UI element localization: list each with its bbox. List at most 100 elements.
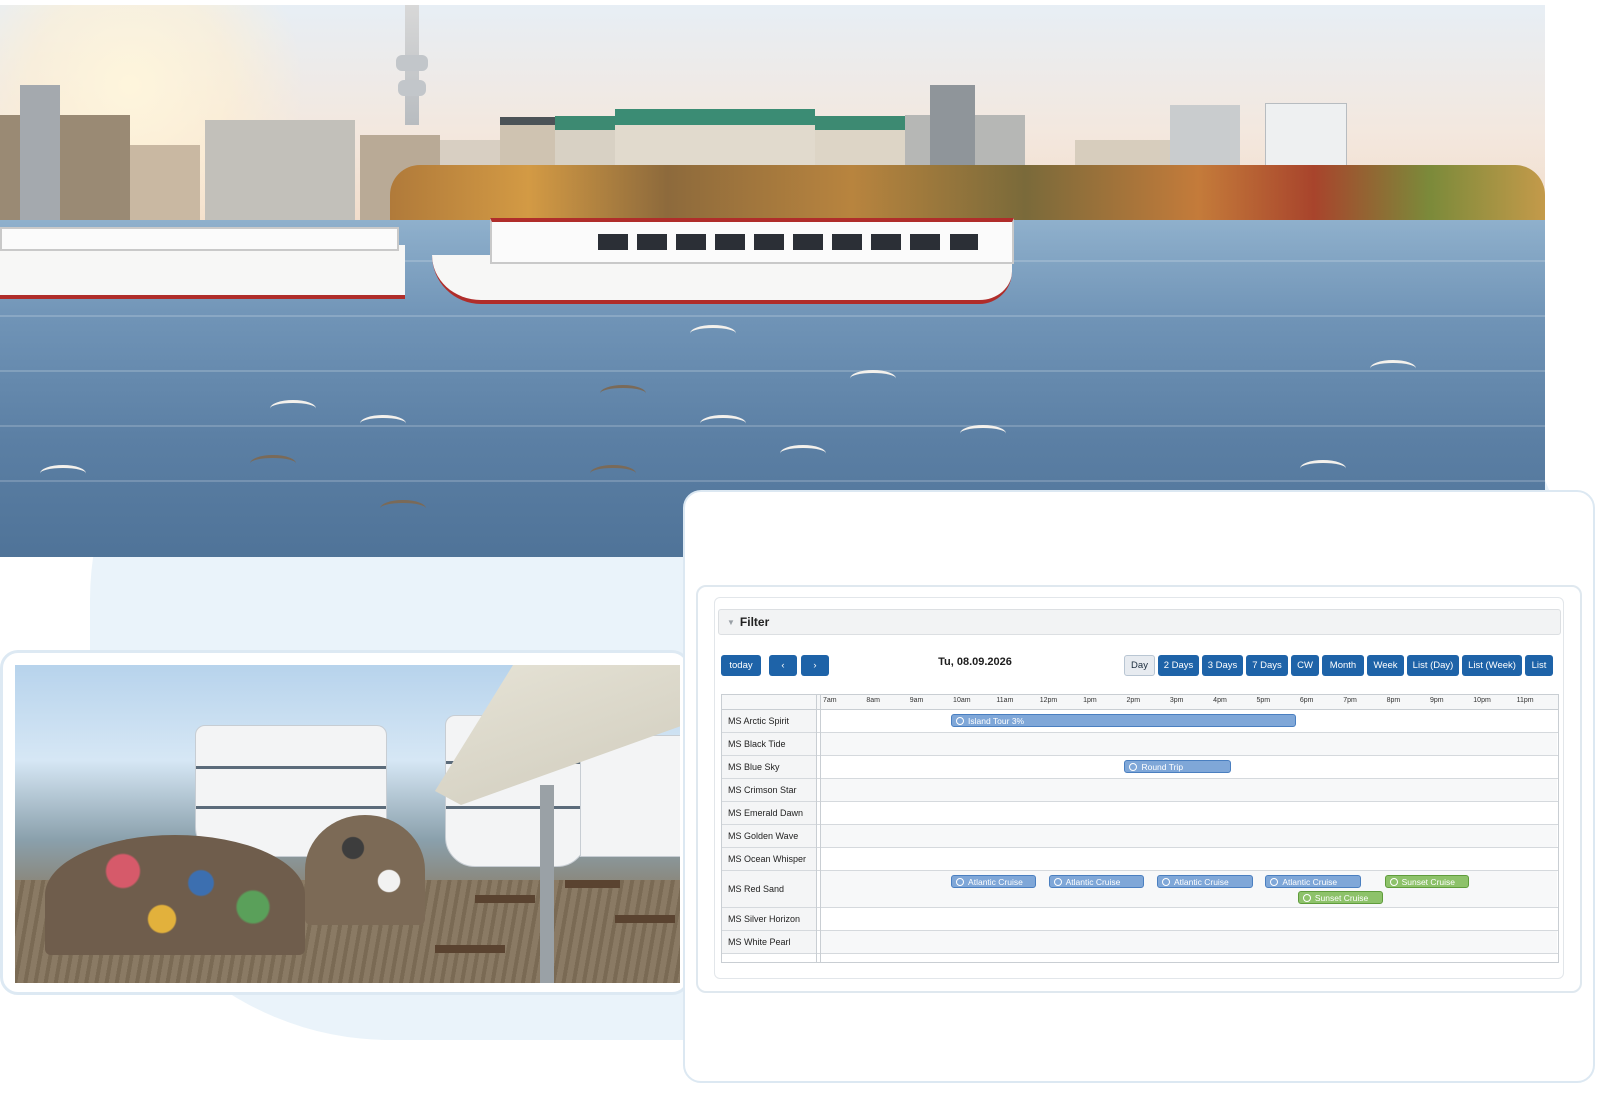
view-7-days-button[interactable]: 7 Days xyxy=(1246,655,1288,676)
hour-label: 11am xyxy=(996,697,1014,704)
hour-label: 6pm xyxy=(1299,697,1314,704)
resource-row: MS Ocean Whisper xyxy=(722,848,1558,871)
recurring-icon xyxy=(1053,877,1062,886)
recurring-icon xyxy=(956,716,965,725)
view-day-button[interactable]: Day xyxy=(1124,655,1155,676)
cafe-table xyxy=(565,880,620,888)
pier-photo xyxy=(15,665,680,983)
resource-name[interactable]: MS Red Sand xyxy=(722,871,816,907)
recurring-icon xyxy=(956,877,965,886)
autumn-trees xyxy=(390,165,1545,220)
harbor-photo xyxy=(0,5,1545,557)
hour-label: 5pm xyxy=(1256,697,1271,704)
recurring-icon xyxy=(1302,893,1311,902)
resource-lane[interactable] xyxy=(821,802,1557,824)
calendar-event[interactable]: Sunset Cruise xyxy=(1384,875,1470,888)
ferry-left xyxy=(0,245,405,299)
hour-label: 4pm xyxy=(1213,697,1227,704)
view-3-days-button[interactable]: 3 Days xyxy=(1202,655,1243,676)
resource-row: MS Silver Horizon xyxy=(722,908,1558,931)
cafe-table xyxy=(615,915,675,923)
event-title: Atlantic Cruise xyxy=(968,876,1023,887)
hour-label: 12pm xyxy=(1039,697,1058,704)
event-title: Sunset Cruise xyxy=(1314,892,1369,903)
calendar-event[interactable]: Sunset Cruise xyxy=(1297,891,1383,904)
prev-button[interactable]: ‹ xyxy=(769,655,797,676)
resource-row: MS Black Tide xyxy=(722,733,1558,756)
crowd xyxy=(305,815,425,925)
hour-label: 8am xyxy=(866,697,880,704)
cafe-table xyxy=(435,945,505,953)
calendar-event[interactable]: Atlantic Cruise xyxy=(1048,875,1145,888)
hour-label: 1pm xyxy=(1083,697,1097,704)
event-title: Atlantic Cruise xyxy=(1065,876,1121,887)
resource-lane[interactable] xyxy=(821,825,1557,847)
resource-name[interactable]: MS Black Tide xyxy=(722,733,816,755)
hour-label: 3pm xyxy=(1169,697,1184,704)
view-cw-button[interactable]: CW xyxy=(1291,655,1319,676)
tv-tower-pod xyxy=(398,80,426,96)
event-title: Sunset Cruise xyxy=(1401,876,1455,887)
view-2-days-button[interactable]: 2 Days xyxy=(1158,655,1199,676)
resource-name[interactable]: MS Arctic Spirit xyxy=(722,710,816,732)
event-title: Round Trip xyxy=(1141,761,1184,772)
resource-lane[interactable] xyxy=(821,931,1557,953)
calendar-event[interactable]: Atlantic Cruise xyxy=(951,875,1036,888)
resource-row: MS Crimson Star xyxy=(722,779,1558,802)
resource-row: MS White Pearl xyxy=(722,931,1558,954)
hour-label: 11pm xyxy=(1516,697,1534,704)
filter-label: Filter xyxy=(739,615,770,629)
hour-label: 9am xyxy=(909,697,924,704)
calendar-event[interactable]: Round Trip xyxy=(1124,760,1231,773)
view-list-day-button[interactable]: List (Day) xyxy=(1407,655,1459,676)
resource-name[interactable]: MS Golden Wave xyxy=(722,825,816,847)
calendar-event[interactable]: Atlantic Cruise xyxy=(1156,875,1253,888)
recurring-icon xyxy=(1161,877,1170,886)
resource-column-divider xyxy=(820,695,821,962)
resource-name[interactable]: MS Ocean Whisper xyxy=(722,848,816,870)
resource-name[interactable]: MS Silver Horizon xyxy=(722,908,816,930)
hour-label: 8pm xyxy=(1386,697,1401,704)
today-button[interactable]: today xyxy=(721,655,761,676)
event-title: Island Tour 3% xyxy=(968,715,1025,726)
resource-name[interactable]: MS Emerald Dawn xyxy=(722,802,816,824)
hour-label: 10am xyxy=(953,697,971,704)
resource-row: MS Golden Wave xyxy=(722,825,1558,848)
view-month-button[interactable]: Month xyxy=(1322,655,1364,676)
calendar-event[interactable]: Island Tour 3% xyxy=(951,714,1296,727)
hour-label: 7am xyxy=(823,697,837,704)
resource-lane[interactable] xyxy=(821,779,1557,801)
umbrella-pole xyxy=(540,785,554,983)
cafe-table xyxy=(475,895,535,903)
recurring-icon xyxy=(1129,762,1138,771)
recurring-icon xyxy=(1389,877,1398,886)
next-button[interactable]: › xyxy=(801,655,829,676)
resource-name[interactable]: MS White Pearl xyxy=(722,931,816,953)
resource-name[interactable]: MS Crimson Star xyxy=(722,779,816,801)
calendar-event[interactable]: Atlantic Cruise xyxy=(1265,875,1361,888)
recurring-icon xyxy=(1270,877,1279,886)
filter-toggle[interactable]: ▼ Filter xyxy=(718,609,1561,635)
hour-label: 7pm xyxy=(1343,697,1357,704)
ferry-left-cabin xyxy=(0,227,399,251)
resource-lane[interactable] xyxy=(821,908,1557,930)
view-list-button[interactable]: List xyxy=(1525,655,1553,676)
tv-tower-pod xyxy=(396,55,428,71)
event-title: Atlantic Cruise xyxy=(1282,876,1338,887)
timeline-grid: 7am 8am 9am 10am 11am 12pm 1pm 2pm 3pm 4pm 5pm 6pm 7… xyxy=(721,694,1559,963)
crowd xyxy=(45,835,305,955)
event-title: Atlantic Cruise xyxy=(1173,876,1229,887)
view-list-week-button[interactable]: List (Week) xyxy=(1462,655,1522,676)
chevron-left-icon: ‹ xyxy=(781,660,785,671)
view-week-button[interactable]: Week xyxy=(1367,655,1404,676)
chevron-down-icon: ▼ xyxy=(727,617,735,627)
resource-column-divider xyxy=(816,695,817,962)
resource-row: MS Emerald Dawn xyxy=(722,802,1558,825)
current-date: Tu, 08.09.2026 xyxy=(938,656,1012,668)
resource-lane[interactable] xyxy=(821,733,1557,755)
hour-label: 9pm xyxy=(1429,697,1444,704)
resource-lane[interactable] xyxy=(821,848,1557,870)
hour-label: 10pm xyxy=(1473,697,1491,704)
timeline-header: 7am 8am 9am 10am 11am 12pm 1pm 2pm 3pm 4pm 5pm 6pm 7… xyxy=(722,695,1558,710)
resource-name[interactable]: MS Blue Sky xyxy=(722,756,816,778)
